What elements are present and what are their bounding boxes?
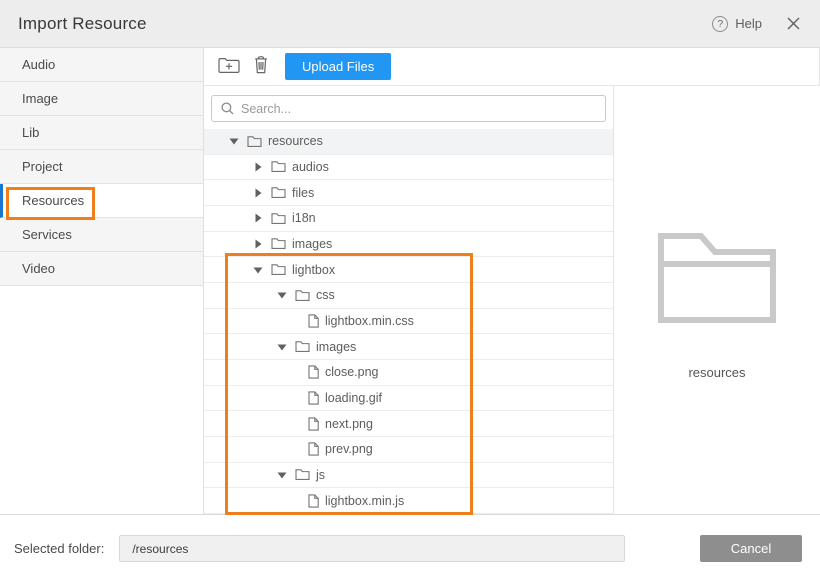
close-icon[interactable] <box>784 15 802 33</box>
tree-row-prev.png[interactable]: prev.png <box>204 437 613 463</box>
header-actions: ? Help <box>712 15 802 33</box>
help-button[interactable]: ? Help <box>712 16 762 32</box>
dialog-body: Audio Image Lib Project Resources Services Vid… <box>0 48 820 514</box>
sidebar: Audio Image Lib Project Resources Services Vid… <box>0 48 204 514</box>
chevron-down-icon[interactable] <box>227 137 240 145</box>
file-icon <box>308 314 319 328</box>
sidebar-item-label: Image <box>22 91 58 106</box>
tree-row-label: images <box>316 340 356 354</box>
cancel-button[interactable]: Cancel <box>700 535 802 562</box>
sidebar-item-label: Services <box>22 227 72 242</box>
tree-row-lightbox.min.js[interactable]: lightbox.min.js <box>204 488 613 514</box>
question-circle-icon: ? <box>712 16 728 32</box>
file-icon <box>308 494 319 508</box>
tree-row-css[interactable]: css <box>204 283 613 309</box>
chevron-down-icon[interactable] <box>275 343 288 351</box>
preview-panel: resources <box>614 86 820 514</box>
sidebar-item-services[interactable]: Services <box>0 218 203 252</box>
main-panel: Upload Files resources audios files i18n ima… <box>204 48 820 514</box>
tree-row-lightbox[interactable]: lightbox <box>204 257 613 283</box>
file-icon <box>308 417 319 431</box>
chevron-down-icon[interactable] <box>275 471 288 479</box>
tree-row-files[interactable]: files <box>204 180 613 206</box>
sidebar-item-audio[interactable]: Audio <box>0 48 203 82</box>
tree-row-loading.gif[interactable]: loading.gif <box>204 386 613 412</box>
dialog-title: Import Resource <box>18 14 147 34</box>
sidebar-item-resources[interactable]: Resources <box>0 184 203 218</box>
folder-outline-icon <box>657 232 777 329</box>
tree-row-label: lightbox.min.css <box>325 314 414 328</box>
tree-row-lightbox.min.css[interactable]: lightbox.min.css <box>204 309 613 335</box>
file-tree: resources audios files i18n images lightbox cs… <box>204 129 613 514</box>
sidebar-item-label: Resources <box>22 193 84 208</box>
file-icon <box>308 391 319 405</box>
selected-folder-input[interactable] <box>119 535 625 562</box>
tree-row-images[interactable]: images <box>204 334 613 360</box>
tree-row-label: lightbox <box>292 263 335 277</box>
file-icon <box>308 365 319 379</box>
tree-row-label: images <box>292 237 332 251</box>
sidebar-item-label: Audio <box>22 57 55 72</box>
sidebar-item-label: Lib <box>22 125 39 140</box>
chevron-right-icon[interactable] <box>251 213 264 223</box>
footer-bar: Selected folder: Cancel <box>0 514 820 582</box>
tree-row-label: js <box>316 468 325 482</box>
tree-row-close.png[interactable]: close.png <box>204 360 613 386</box>
sidebar-item-video[interactable]: Video <box>0 252 203 286</box>
folder-icon <box>271 186 286 199</box>
selected-folder-label: Selected folder: <box>14 541 104 556</box>
sidebar-item-label: Video <box>22 261 55 276</box>
dialog-header: Import Resource ? Help <box>0 0 820 48</box>
folder-icon <box>295 468 310 481</box>
sidebar-item-project[interactable]: Project <box>0 150 203 184</box>
file-icon <box>308 442 319 456</box>
folder-icon <box>295 289 310 302</box>
chevron-down-icon[interactable] <box>275 291 288 299</box>
toolbar: Upload Files <box>204 48 820 86</box>
upload-files-button[interactable]: Upload Files <box>285 53 391 80</box>
folder-icon <box>247 135 262 148</box>
tree-row-images[interactable]: images <box>204 232 613 258</box>
tree-row-label: i18n <box>292 211 316 225</box>
tree-row-audios[interactable]: audios <box>204 155 613 181</box>
chevron-down-icon[interactable] <box>251 266 264 274</box>
tree-row-resources[interactable]: resources <box>204 129 613 155</box>
sidebar-item-image[interactable]: Image <box>0 82 203 116</box>
tree-row-label: loading.gif <box>325 391 382 405</box>
chevron-right-icon[interactable] <box>251 239 264 249</box>
sidebar-item-lib[interactable]: Lib <box>0 116 203 150</box>
chevron-right-icon[interactable] <box>251 162 264 172</box>
tree-row-label: resources <box>268 134 323 148</box>
tree-row-label: next.png <box>325 417 373 431</box>
tree-panel: resources audios files i18n images lightbox cs… <box>204 86 614 514</box>
main-content: resources audios files i18n images lightbox cs… <box>204 86 820 514</box>
import-resource-dialog: Import Resource ? Help Audio Image Lib Proj… <box>0 0 820 582</box>
tree-row-label: prev.png <box>325 442 373 456</box>
sidebar-item-label: Project <box>22 159 62 174</box>
tree-row-js[interactable]: js <box>204 463 613 489</box>
new-folder-button[interactable] <box>216 55 242 79</box>
tree-row-label: close.png <box>325 365 379 379</box>
tree-row-label: css <box>316 288 335 302</box>
tree-row-label: audios <box>292 160 329 174</box>
tree-row-i18n[interactable]: i18n <box>204 206 613 232</box>
search-input[interactable] <box>241 102 596 116</box>
folder-plus-icon <box>218 57 240 77</box>
folder-icon <box>271 237 286 250</box>
tree-row-label: files <box>292 186 314 200</box>
preview-folder-name: resources <box>688 365 745 380</box>
folder-icon <box>295 340 310 353</box>
trash-icon <box>253 56 269 77</box>
chevron-right-icon[interactable] <box>251 188 264 198</box>
search-icon <box>221 102 234 115</box>
help-label: Help <box>735 16 762 31</box>
tree-row-label: lightbox.min.js <box>325 494 404 508</box>
folder-icon <box>271 212 286 225</box>
search-box <box>211 95 606 122</box>
delete-button[interactable] <box>251 54 271 79</box>
folder-icon <box>271 160 286 173</box>
folder-icon <box>271 263 286 276</box>
tree-row-next.png[interactable]: next.png <box>204 411 613 437</box>
